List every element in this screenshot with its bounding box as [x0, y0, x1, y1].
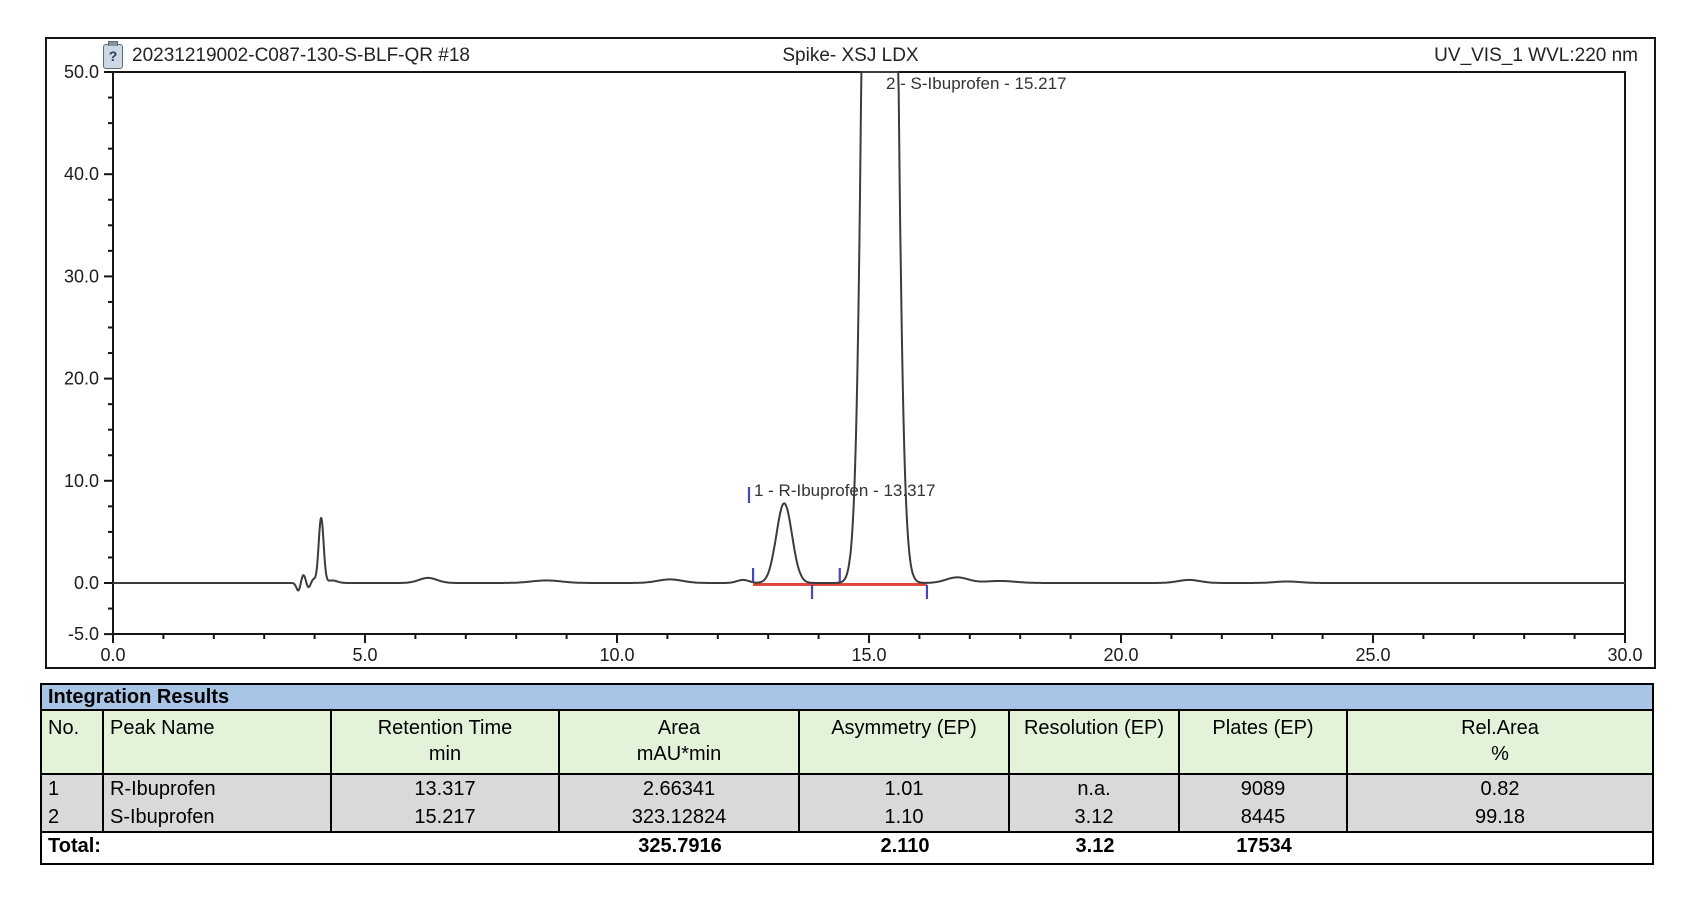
- table-cell: 9089: [1180, 775, 1348, 803]
- x-tick-label: 10.0: [599, 645, 634, 665]
- column-header: AreamAU*min: [560, 711, 800, 773]
- y-tick-label: -5.0: [68, 624, 99, 644]
- total-cell: 17534: [1180, 833, 1348, 863]
- peak-label-2: 2 - S-Ibuprofen - 15.217: [886, 74, 1067, 94]
- x-tick-label: 5.0: [352, 645, 377, 665]
- table-cell: 8445: [1180, 803, 1348, 831]
- table-cell: 2.66341: [560, 775, 800, 803]
- chromatogram-report: ? 20231219002-C087-130-S-BLF-QR #18 Spik…: [0, 0, 1689, 919]
- table-cell: S-Ibuprofen: [104, 803, 332, 831]
- table-title: Integration Results: [42, 685, 1652, 711]
- table-cell: 2: [42, 803, 104, 831]
- table-cell: n.a.: [1010, 775, 1180, 803]
- x-tick-label: 15.0: [851, 645, 886, 665]
- total-label: Total:: [42, 833, 332, 863]
- total-cell: [332, 833, 560, 863]
- table-cell: 3.12: [1010, 803, 1180, 831]
- table-cell: 1: [42, 775, 104, 803]
- y-tick-label: 0.0: [74, 573, 99, 593]
- total-cell: [1348, 833, 1652, 863]
- chromatogram-trace: [113, 72, 1625, 591]
- x-tick-label: 30.0: [1607, 645, 1642, 665]
- table-cell: R-Ibuprofen: [104, 775, 332, 803]
- y-tick-label: 20.0: [64, 369, 99, 389]
- table-cell: 0.82: [1348, 775, 1652, 803]
- x-tick-label: 25.0: [1355, 645, 1390, 665]
- y-tick-label: 30.0: [64, 266, 99, 286]
- total-cell: 3.12: [1010, 833, 1180, 863]
- table-row: 2S-Ibuprofen15.217323.128241.103.1284459…: [42, 803, 1652, 831]
- table-row: 1R-Ibuprofen13.3172.663411.01n.a.90890.8…: [42, 775, 1652, 803]
- x-tick-label: 0.0: [100, 645, 125, 665]
- plot-frame: [113, 72, 1625, 634]
- table-cell: 1.10: [800, 803, 1010, 831]
- column-header: Retention Timemin: [332, 711, 560, 773]
- y-tick-label: 50.0: [64, 62, 99, 82]
- column-header: Asymmetry (EP): [800, 711, 1010, 773]
- column-header: Plates (EP): [1180, 711, 1348, 773]
- peak-label-1: 1 - R-Ibuprofen - 13.317: [754, 481, 935, 501]
- total-cell: 325.7916: [560, 833, 800, 863]
- table-cell: 15.217: [332, 803, 560, 831]
- column-header: Peak Name: [104, 711, 332, 773]
- table-cell: 1.01: [800, 775, 1010, 803]
- column-header: Resolution (EP): [1010, 711, 1180, 773]
- table-cell: 13.317: [332, 775, 560, 803]
- column-header: No.: [42, 711, 104, 773]
- table-total-row: Total: 325.79162.1103.1217534: [42, 831, 1652, 863]
- y-tick-label: 40.0: [64, 164, 99, 184]
- column-header: Rel.Area%: [1348, 711, 1652, 773]
- total-cell: 2.110: [800, 833, 1010, 863]
- y-tick-label: 10.0: [64, 471, 99, 491]
- table-cell: 323.12824: [560, 803, 800, 831]
- integration-results-table: Integration Results No.Peak NameRetentio…: [40, 683, 1654, 865]
- x-tick-label: 20.0: [1103, 645, 1138, 665]
- table-header-row: No.Peak NameRetention TimeminAreamAU*min…: [42, 711, 1652, 775]
- table-cell: 99.18: [1348, 803, 1652, 831]
